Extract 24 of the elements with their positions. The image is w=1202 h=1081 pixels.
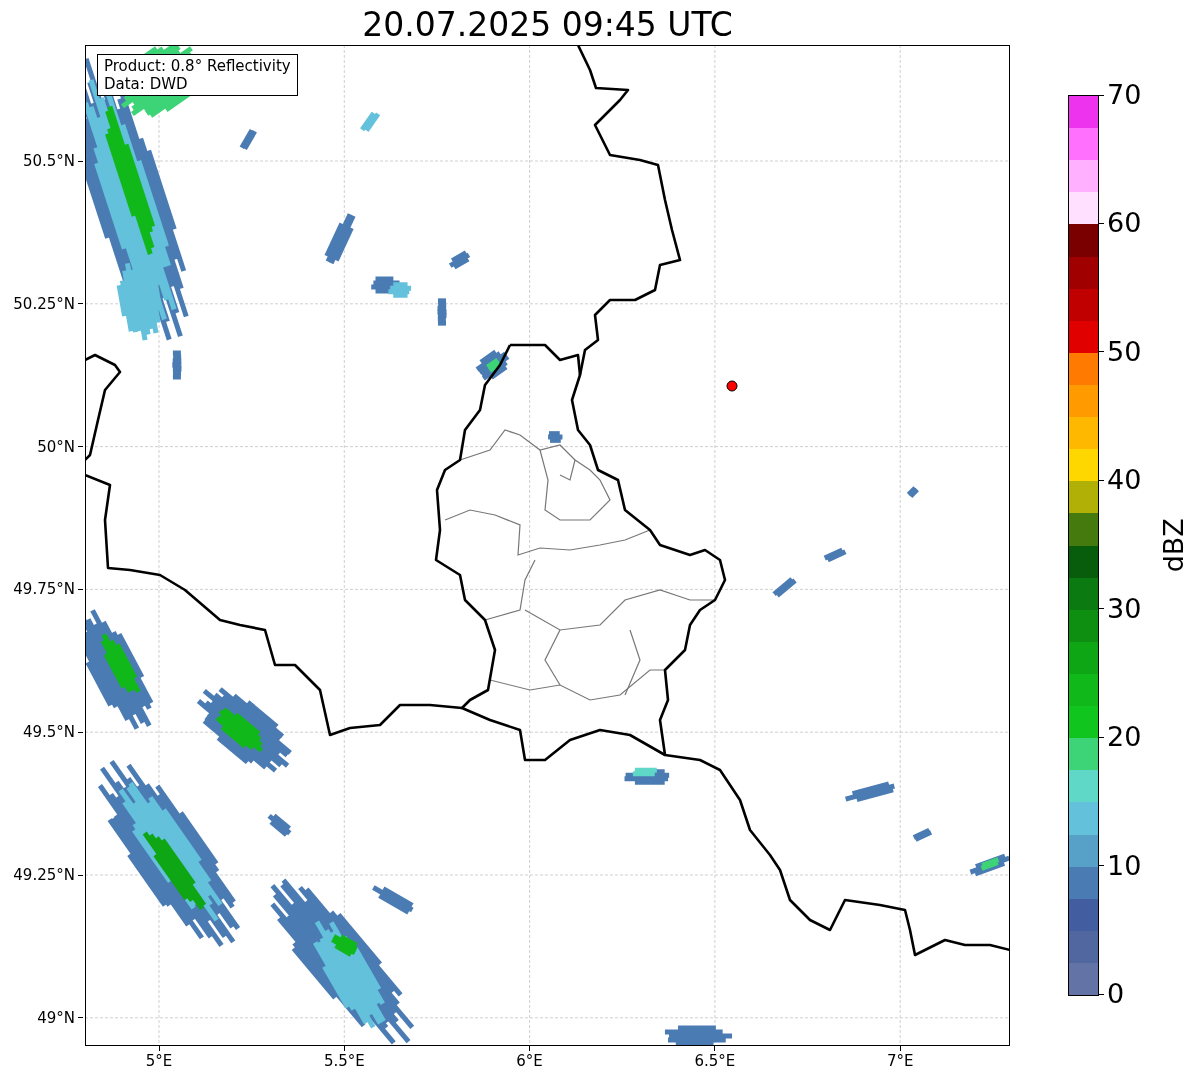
latitude-label: 49°N: [37, 1007, 75, 1028]
colorbar-tick-label: 30: [1107, 593, 1142, 624]
latitude-label: 50°N: [37, 436, 75, 457]
longitude-label: 5.5°E: [323, 1051, 365, 1071]
colorbar-label: dBZ: [1156, 518, 1190, 573]
longitude-label: 7°E: [886, 1051, 914, 1071]
longitude-label: 6.5°E: [694, 1051, 736, 1071]
longitude-label: 5°E: [145, 1051, 173, 1071]
latitude-label: 50.25°N: [13, 293, 75, 314]
colorbar-tick-label: 10: [1107, 850, 1142, 881]
latitude-label: 49.75°N: [13, 579, 75, 600]
info-text: Product: 0.8° Reflectivity: [104, 57, 291, 75]
colorbar-tick-label: 70: [1107, 80, 1142, 110]
latitude-label: 49.5°N: [22, 722, 75, 743]
chart-title: 20.07.2025 09:45 UTC: [362, 5, 733, 45]
colorbar-tick-label: 0: [1107, 979, 1125, 1009]
latitude-label: 49.25°N: [13, 865, 75, 885]
colorbar-tick-label: 40: [1107, 465, 1142, 496]
colorbar-tick-label: 60: [1107, 208, 1142, 239]
colorbar-tick-label: 20: [1107, 722, 1142, 753]
longitude-label: 6°E: [516, 1051, 543, 1071]
info-text: Data: DWD: [104, 75, 189, 93]
colorbar-tick-label: 50: [1107, 336, 1142, 367]
latitude-label: 50.5°N: [22, 151, 75, 171]
